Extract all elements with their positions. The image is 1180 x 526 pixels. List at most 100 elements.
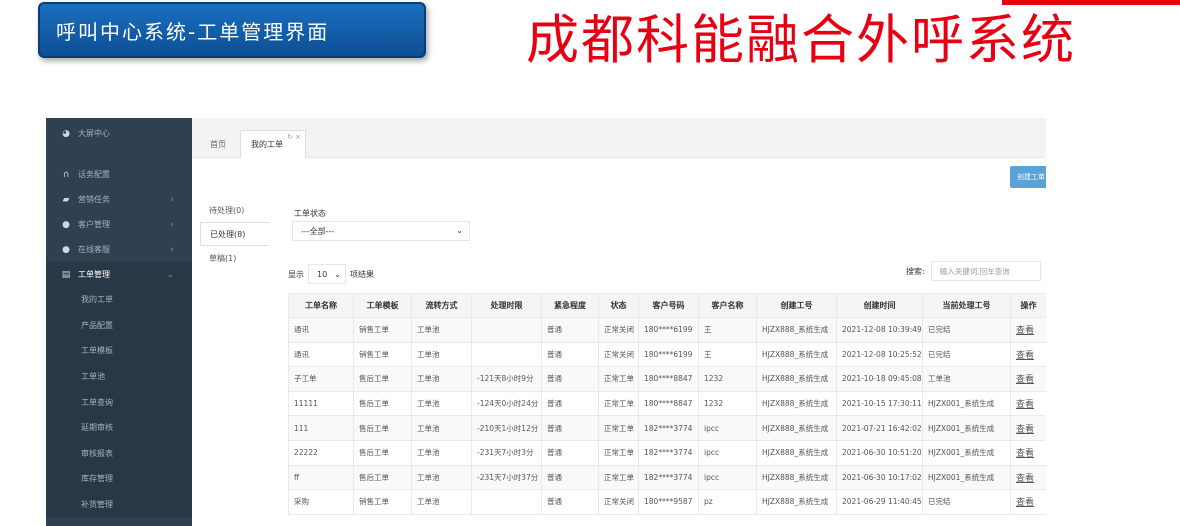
customer-phone-link[interactable]: 180****8847	[638, 390, 699, 417]
table-cell: 工单池	[411, 464, 472, 491]
sidebar-sub-my-tickets[interactable]: 我的工单	[46, 287, 192, 313]
column-header[interactable]: 客户号码	[638, 293, 699, 318]
document-icon: ▤	[61, 269, 71, 280]
sidebar-sub-restock[interactable]: 补货管理	[46, 492, 192, 518]
tab-label: 我的工单	[251, 139, 283, 149]
customer-phone-link[interactable]: 180****6199	[638, 317, 699, 343]
corner-decoration	[1002, 0, 1180, 5]
column-header[interactable]: 客户名称	[698, 293, 757, 318]
view-button[interactable]: 查看	[1010, 317, 1046, 343]
show-suffix: 项结果	[350, 269, 374, 279]
page-size-select[interactable]: 10 ⌄	[308, 264, 346, 284]
table-cell: 销售工单	[353, 489, 412, 515]
table-row: 111 售后工单 工单池 -210天1小时12分 普通 正常工单 182****3774 ip…	[288, 415, 1046, 441]
table-row: 22222 售后工单 工单池 -231天7小时3分 普通 正常工单 182****3774 i…	[288, 439, 1046, 466]
nav-pending[interactable]: 待处理(0)	[200, 198, 270, 222]
page-size-control: 显示 10 ⌄ 项结果	[288, 264, 374, 284]
sidebar-item-ticket-management[interactable]: ▤ 工单管理 ⌄	[46, 262, 192, 287]
column-header[interactable]: 处理时限	[471, 293, 542, 318]
customer-phone-link[interactable]: 182****3774	[638, 439, 699, 466]
page-size-value: 10	[317, 269, 328, 279]
table-cell: ipcc	[698, 464, 757, 491]
table-cell: 普通	[541, 341, 599, 368]
column-header[interactable]: 创建时间	[836, 293, 923, 318]
column-header[interactable]: 状态	[598, 293, 639, 318]
table-cell: 工单池	[411, 415, 472, 441]
table-cell: 售后工单	[353, 366, 412, 392]
view-button[interactable]: 查看	[1010, 489, 1046, 515]
customer-phone-link[interactable]: 180****9587	[638, 489, 699, 515]
table-row: 通讯 销售工单 工单池 普通 正常关闭 180****6199 王 HJZX888_系统生成 2…	[288, 341, 1046, 368]
sidebar-item-label: 工单管理	[78, 270, 110, 279]
tab-home[interactable]: 首页	[200, 130, 236, 158]
system-title-badge: 呼叫中心系统-工单管理界面	[38, 2, 426, 58]
table-row: ff 售后工单 工单池 -231天7小时37分 普通 正常工单 182****3774 ipc…	[288, 464, 1046, 491]
table-cell: 正常工单	[598, 439, 639, 466]
sidebar-item-label: 话务配置	[78, 170, 110, 179]
customer-phone-link[interactable]: 180****6199	[638, 341, 699, 368]
column-header[interactable]: 流转方式	[411, 293, 472, 318]
pie-chart-icon: ◕	[62, 128, 70, 139]
table-cell: HJZX001_系统生成	[922, 390, 1011, 417]
sidebar-item-marketing[interactable]: ▰ 营销任务 ›	[46, 187, 192, 212]
table-cell: 1232	[698, 366, 757, 392]
status-nav: 待处理(0) 已处理(8) 草稿(1)	[200, 198, 270, 270]
sidebar-sub-inventory[interactable]: 库存管理	[46, 466, 192, 492]
status-filter-select[interactable]: ---全部--- ⌄	[292, 221, 470, 241]
toolbar: 创建工单	[192, 158, 1046, 190]
chevron-right-icon: ›	[170, 194, 174, 205]
table-cell: 2021-12-08 10:39:49	[836, 317, 923, 343]
tab-close-icon[interactable]: ↻ ×	[287, 133, 301, 141]
table-cell: 正常工单	[598, 415, 639, 441]
table-cell	[471, 341, 542, 368]
table-cell: 工单池	[411, 366, 472, 392]
view-button[interactable]: 查看	[1010, 341, 1046, 368]
table-cell: 111	[288, 415, 354, 441]
table-cell: 售后工单	[353, 390, 412, 417]
table-cell: 王	[698, 317, 757, 343]
table-cell: -124天0小时24分	[471, 390, 542, 417]
create-ticket-button[interactable]: 创建工单	[1010, 166, 1046, 188]
customer-phone-link[interactable]: 182****3774	[638, 464, 699, 491]
table-cell: 王	[698, 341, 757, 368]
status-filter-label: 工单状态	[294, 209, 326, 218]
sidebar-sub-ticket-pool[interactable]: 工单池	[46, 364, 192, 390]
nav-drafts[interactable]: 草稿(1)	[200, 246, 270, 270]
customer-phone-link[interactable]: 180****8847	[638, 366, 699, 392]
sidebar-sub-ticket-query[interactable]: 工单查询	[46, 389, 192, 415]
column-header[interactable]: 工单名称	[288, 293, 354, 318]
column-header[interactable]: 当前处理工号	[922, 293, 1011, 318]
search-input[interactable]: 输入关键词,回车查询	[930, 261, 1041, 281]
column-header[interactable]: 工单模板	[353, 293, 412, 318]
tab-my-tickets[interactable]: 我的工单 ↻ ×	[240, 130, 306, 158]
view-button[interactable]: 查看	[1010, 390, 1046, 417]
sidebar-sub-product-config[interactable]: 产品配置	[46, 313, 192, 339]
customer-phone-link[interactable]: 182****3774	[638, 415, 699, 441]
tab-bar: 首页 我的工单 ↻ ×	[192, 118, 1046, 158]
table-cell: ff	[288, 464, 354, 491]
table-cell: 11111	[288, 390, 354, 417]
table-cell: 正常关闭	[598, 341, 639, 368]
sidebar-item-dashboard[interactable]: ◕ 大屏中心	[46, 120, 192, 147]
table-cell: 普通	[541, 489, 599, 515]
sidebar-item-customers[interactable]: ● 客户管理 ›	[46, 212, 192, 237]
column-header[interactable]: 紧急程度	[541, 293, 599, 318]
sidebar-item-call-config[interactable]: ∩ 话务配置	[46, 162, 192, 187]
table-cell: 售后工单	[353, 439, 412, 466]
sidebar-sub-extension-review[interactable]: 延期审核	[46, 415, 192, 441]
view-button[interactable]: 查看	[1010, 464, 1046, 491]
view-button[interactable]: 查看	[1010, 366, 1046, 392]
nav-processed[interactable]: 已处理(8)	[200, 222, 270, 246]
ticket-content: 工单状态 ---全部--- ⌄ 显示 10 ⌄ 项结果 搜索: 输入关键词,回车…	[280, 198, 1046, 526]
column-header[interactable]: 创建工号	[756, 293, 837, 318]
table-cell: 子工单	[288, 366, 354, 392]
sidebar-sub-review-report[interactable]: 审核报表	[46, 441, 192, 467]
table-row: 子工单 售后工单 工单池 -121天8小时9分 普通 正常工单 180****8847 123…	[288, 366, 1046, 392]
view-button[interactable]: 查看	[1010, 439, 1046, 466]
view-button[interactable]: 查看	[1010, 415, 1046, 441]
sidebar-sub-ticket-template[interactable]: 工单模板	[46, 338, 192, 364]
table-cell	[471, 489, 542, 515]
table-cell	[471, 317, 542, 343]
sidebar-item-online-service[interactable]: ● 在线客服 ›	[46, 237, 192, 262]
column-header[interactable]: 操作	[1010, 293, 1046, 318]
